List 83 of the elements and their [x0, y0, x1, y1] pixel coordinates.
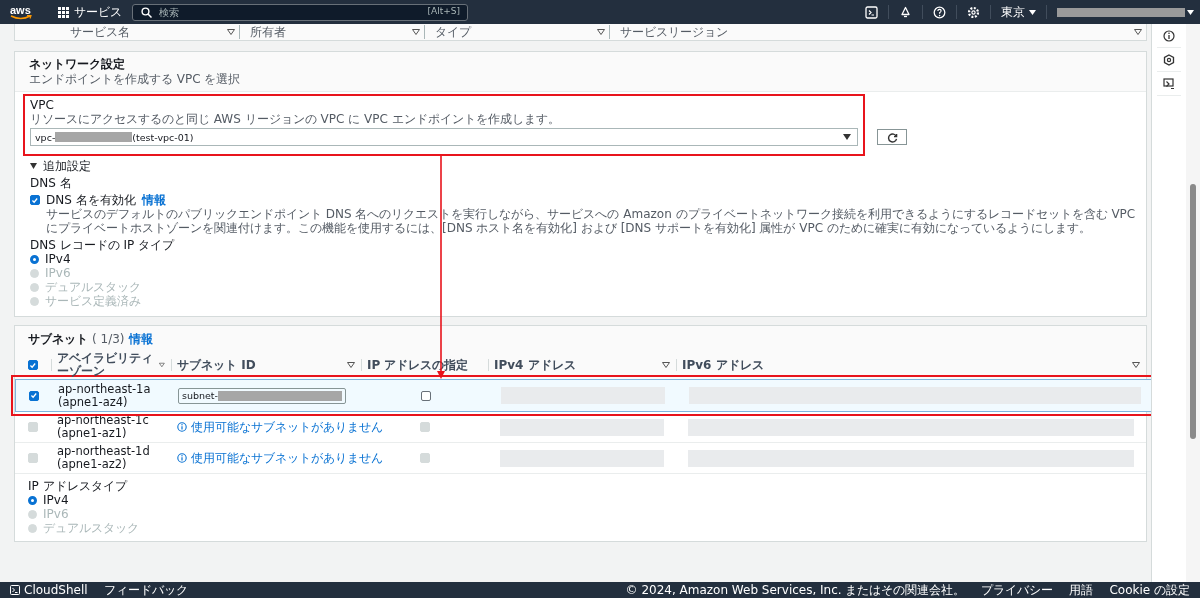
select-all-checkbox[interactable]: [28, 360, 38, 370]
column-header[interactable]: サブネット ID: [177, 358, 256, 372]
shortcut-hint: [Alt+S]: [427, 5, 460, 16]
caret-icon: [1029, 9, 1036, 15]
column-header[interactable]: 所有者: [250, 25, 286, 39]
checkbox-description: サービスのデフォルトのパブリックエンドポイント DNS 名へのリクエストを実行しながら、サービスへの Amazon のプライベートネットワーク接続を利用できるようにするレコードセットを含む VPC にプライベートホストゾーンを関連付けます。この機能を使用するには、[DNS ホスト名を有効化] および [DNS サポートを有効化] 属性が VPC のために確実に有効になっているようにします。: [46, 207, 1136, 235]
radio-label: サービス定義済み: [45, 294, 141, 308]
radio-label: IPv4: [43, 493, 69, 507]
sort-caret-icon: [1132, 362, 1140, 368]
settings-icon[interactable]: [967, 5, 980, 19]
field-value: vpc-: [35, 131, 56, 143]
info-icon: [177, 422, 187, 432]
info-icon: [177, 453, 187, 463]
radio-label: デュアルスタック: [43, 521, 139, 535]
field-label: VPC: [30, 98, 55, 112]
radio-button[interactable]: [30, 254, 39, 264]
terminal-icon: [10, 585, 20, 595]
section-subtitle: エンドポイントを作成する VPC を選択: [29, 72, 242, 86]
caret-icon: [30, 163, 37, 169]
copyright-text: © 2024, Amazon Web Services, Inc. またはその関連会社。: [625, 583, 966, 597]
sort-caret-icon: [1134, 29, 1142, 35]
radio-label: IPv4: [45, 252, 71, 266]
sort-caret-icon: [159, 362, 165, 368]
status-message: 使用可能なサブネットがありません: [191, 451, 383, 465]
grid-menu-icon[interactable]: [58, 6, 69, 18]
column-header[interactable]: アベイラビリティーゾーン: [57, 352, 160, 378]
row-checkbox[interactable]: [29, 390, 39, 401]
radio-label: IPv6: [45, 266, 71, 280]
scrollbar-thumb[interactable]: [1190, 184, 1196, 439]
region-selector[interactable]: 東京: [991, 5, 1047, 19]
refresh-button[interactable]: [877, 129, 907, 145]
aws-logo[interactable]: aws: [10, 4, 31, 15]
expander-toggle[interactable]: 追加設定: [30, 159, 1136, 173]
table-cell-text: ap-northeast-1d (apne1-az2): [57, 445, 151, 471]
checkbox[interactable]: [30, 195, 40, 205]
field-label: DNS レコードの IP タイプ: [30, 238, 176, 252]
section-title: ネットワーク設定: [29, 57, 126, 71]
vpc-dropdown[interactable]: vpc- (test-vpc-01): [30, 128, 858, 146]
radio-label: IPv6: [43, 507, 69, 521]
info-link[interactable]: 情報: [128, 332, 153, 346]
sort-caret-icon: [662, 362, 670, 368]
screen-icon[interactable]: [1163, 78, 1175, 90]
bell-icon[interactable]: [899, 5, 912, 19]
section-title: サブネット: [28, 332, 88, 346]
feedback-link[interactable]: フィードバック: [103, 583, 188, 597]
hexagon-icon[interactable]: [1163, 54, 1175, 66]
caret-icon: [1187, 9, 1194, 15]
footer-link[interactable]: Cookie の設定: [1109, 583, 1190, 597]
subnet-id-field[interactable]: subnet-: [178, 387, 346, 404]
footer-link[interactable]: プライバシー: [981, 583, 1054, 597]
sort-caret-icon: [597, 29, 605, 35]
help-icon[interactable]: [933, 5, 946, 19]
services-menu[interactable]: サービス: [74, 5, 122, 19]
refresh-icon: [886, 131, 898, 143]
column-header[interactable]: タイプ: [435, 25, 471, 39]
caret-icon: [843, 134, 851, 140]
radio-label: デュアルスタック: [45, 280, 141, 294]
smile-icon: [10, 14, 32, 20]
info-link[interactable]: 情報: [141, 193, 166, 207]
field-value: (test-vpc-01): [132, 131, 194, 143]
table-cell-text: ap-northeast-1a (apne1-az4): [58, 382, 152, 409]
table-cell-text: ap-northeast-1c (apne1-az1): [57, 414, 150, 440]
checkbox-label: DNS 名を有効化: [46, 193, 136, 207]
footer-link[interactable]: 用語: [1069, 583, 1094, 597]
field-label: IP アドレスタイプ: [28, 479, 129, 493]
column-header[interactable]: IPv6 アドレス: [682, 358, 764, 372]
column-header[interactable]: IPv4 アドレス: [494, 358, 576, 372]
cloudshell-button[interactable]: CloudShell: [24, 583, 88, 597]
info-icon[interactable]: [1163, 30, 1175, 42]
field-label: DNS 名: [30, 176, 73, 190]
field-description: リソースにアクセスするのと同じ AWS リージョンの VPC に VPC エンドポイントを作成します。: [30, 112, 561, 126]
column-header[interactable]: サービスリージョン: [620, 25, 728, 39]
radio-button[interactable]: [28, 495, 37, 505]
sort-caret-icon: [227, 29, 235, 35]
terminal-icon[interactable]: [865, 5, 878, 19]
status-message: 使用可能なサブネットがありません: [191, 420, 383, 434]
sort-caret-icon: [347, 362, 355, 368]
sort-caret-icon: [412, 29, 420, 35]
field-value: subnet-: [182, 390, 219, 401]
column-header[interactable]: サービス名: [70, 25, 130, 39]
item-count: ( 1/3): [92, 332, 125, 346]
ip-checkbox[interactable]: [420, 390, 431, 401]
search-icon: [141, 6, 152, 18]
